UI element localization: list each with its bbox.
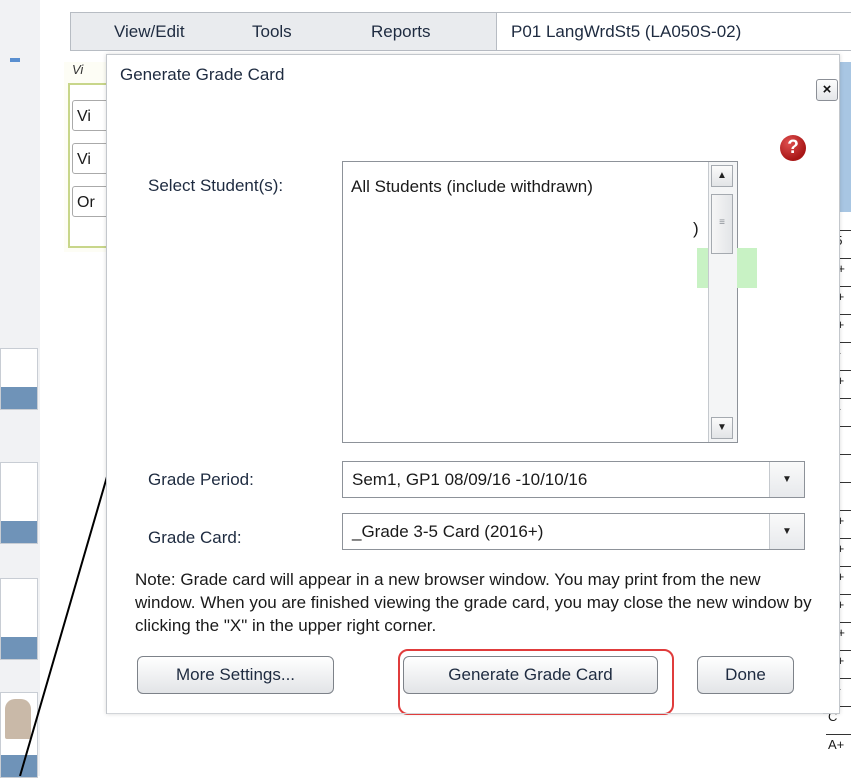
student-list-scrollbar[interactable]: ▲ ≡ ▼ [708,162,737,442]
student-thumbnail[interactable] [0,578,38,660]
grade-period-value: Sem1, GP1 08/09/16 -10/10/16 [352,470,588,489]
grade-card-label: Grade Card: [148,528,242,547]
student-option[interactable]: All Students (include withdrawn) [351,177,593,197]
more-settings-button[interactable]: More Settings... [137,656,334,694]
grade-period-select[interactable]: Sem1, GP1 08/09/16 -10/10/16 ▼ [342,461,805,498]
course-name: P01 LangWrdSt5 (LA050S-02) [511,22,742,41]
dialog-titlebar[interactable]: Generate Grade Card × [107,55,839,115]
student-thumbnail[interactable] [0,462,38,544]
generate-grade-card-button[interactable]: Generate Grade Card [403,656,658,694]
chevron-down-icon[interactable]: ▼ [769,462,804,497]
select-students-label: Select Student(s): [148,176,284,195]
student-listbox[interactable]: All Students (include withdrawn) ) ▲ ≡ ▼ [342,161,757,443]
grade-card-value: _Grade 3-5 Card (2016+) [352,522,544,541]
course-selector[interactable]: P01 LangWrdSt5 (LA050S-02) [496,13,851,50]
student-thumbnail[interactable] [0,348,38,410]
chevron-down-icon[interactable]: ▼ [711,417,733,439]
help-icon[interactable]: ? [780,135,806,161]
student-photo [5,699,31,739]
chevron-down-icon[interactable]: ▼ [769,514,804,549]
scrollbar-thumb[interactable]: ≡ [711,194,733,254]
grade-period-label: Grade Period: [148,470,254,489]
menu-reports[interactable]: Reports [371,22,431,42]
student-option[interactable]: ) [693,219,699,239]
student-thumbnail[interactable] [0,692,38,778]
grade-cell[interactable]: A+ [826,734,851,753]
left-link-marker [10,58,20,62]
dialog-footer-divider [107,713,823,714]
close-icon[interactable]: × [816,79,838,101]
menu-tools[interactable]: Tools [252,22,292,42]
menu-view-edit[interactable]: View/Edit [114,22,185,42]
top-menu-bar: View/Edit Tools Reports P01 LangWrdSt5 (… [70,12,851,51]
generate-grade-card-dialog: Generate Grade Card × ? Select Student(s… [106,54,840,715]
note-text: Note: Grade card will appear in a new br… [135,570,812,635]
chevron-up-icon[interactable]: ▲ [711,165,733,187]
background-panel-header: Vi [72,62,84,77]
done-button[interactable]: Done [697,656,794,694]
dialog-title: Generate Grade Card [120,65,285,84]
grade-card-select[interactable]: _Grade 3-5 Card (2016+) ▼ [342,513,805,550]
